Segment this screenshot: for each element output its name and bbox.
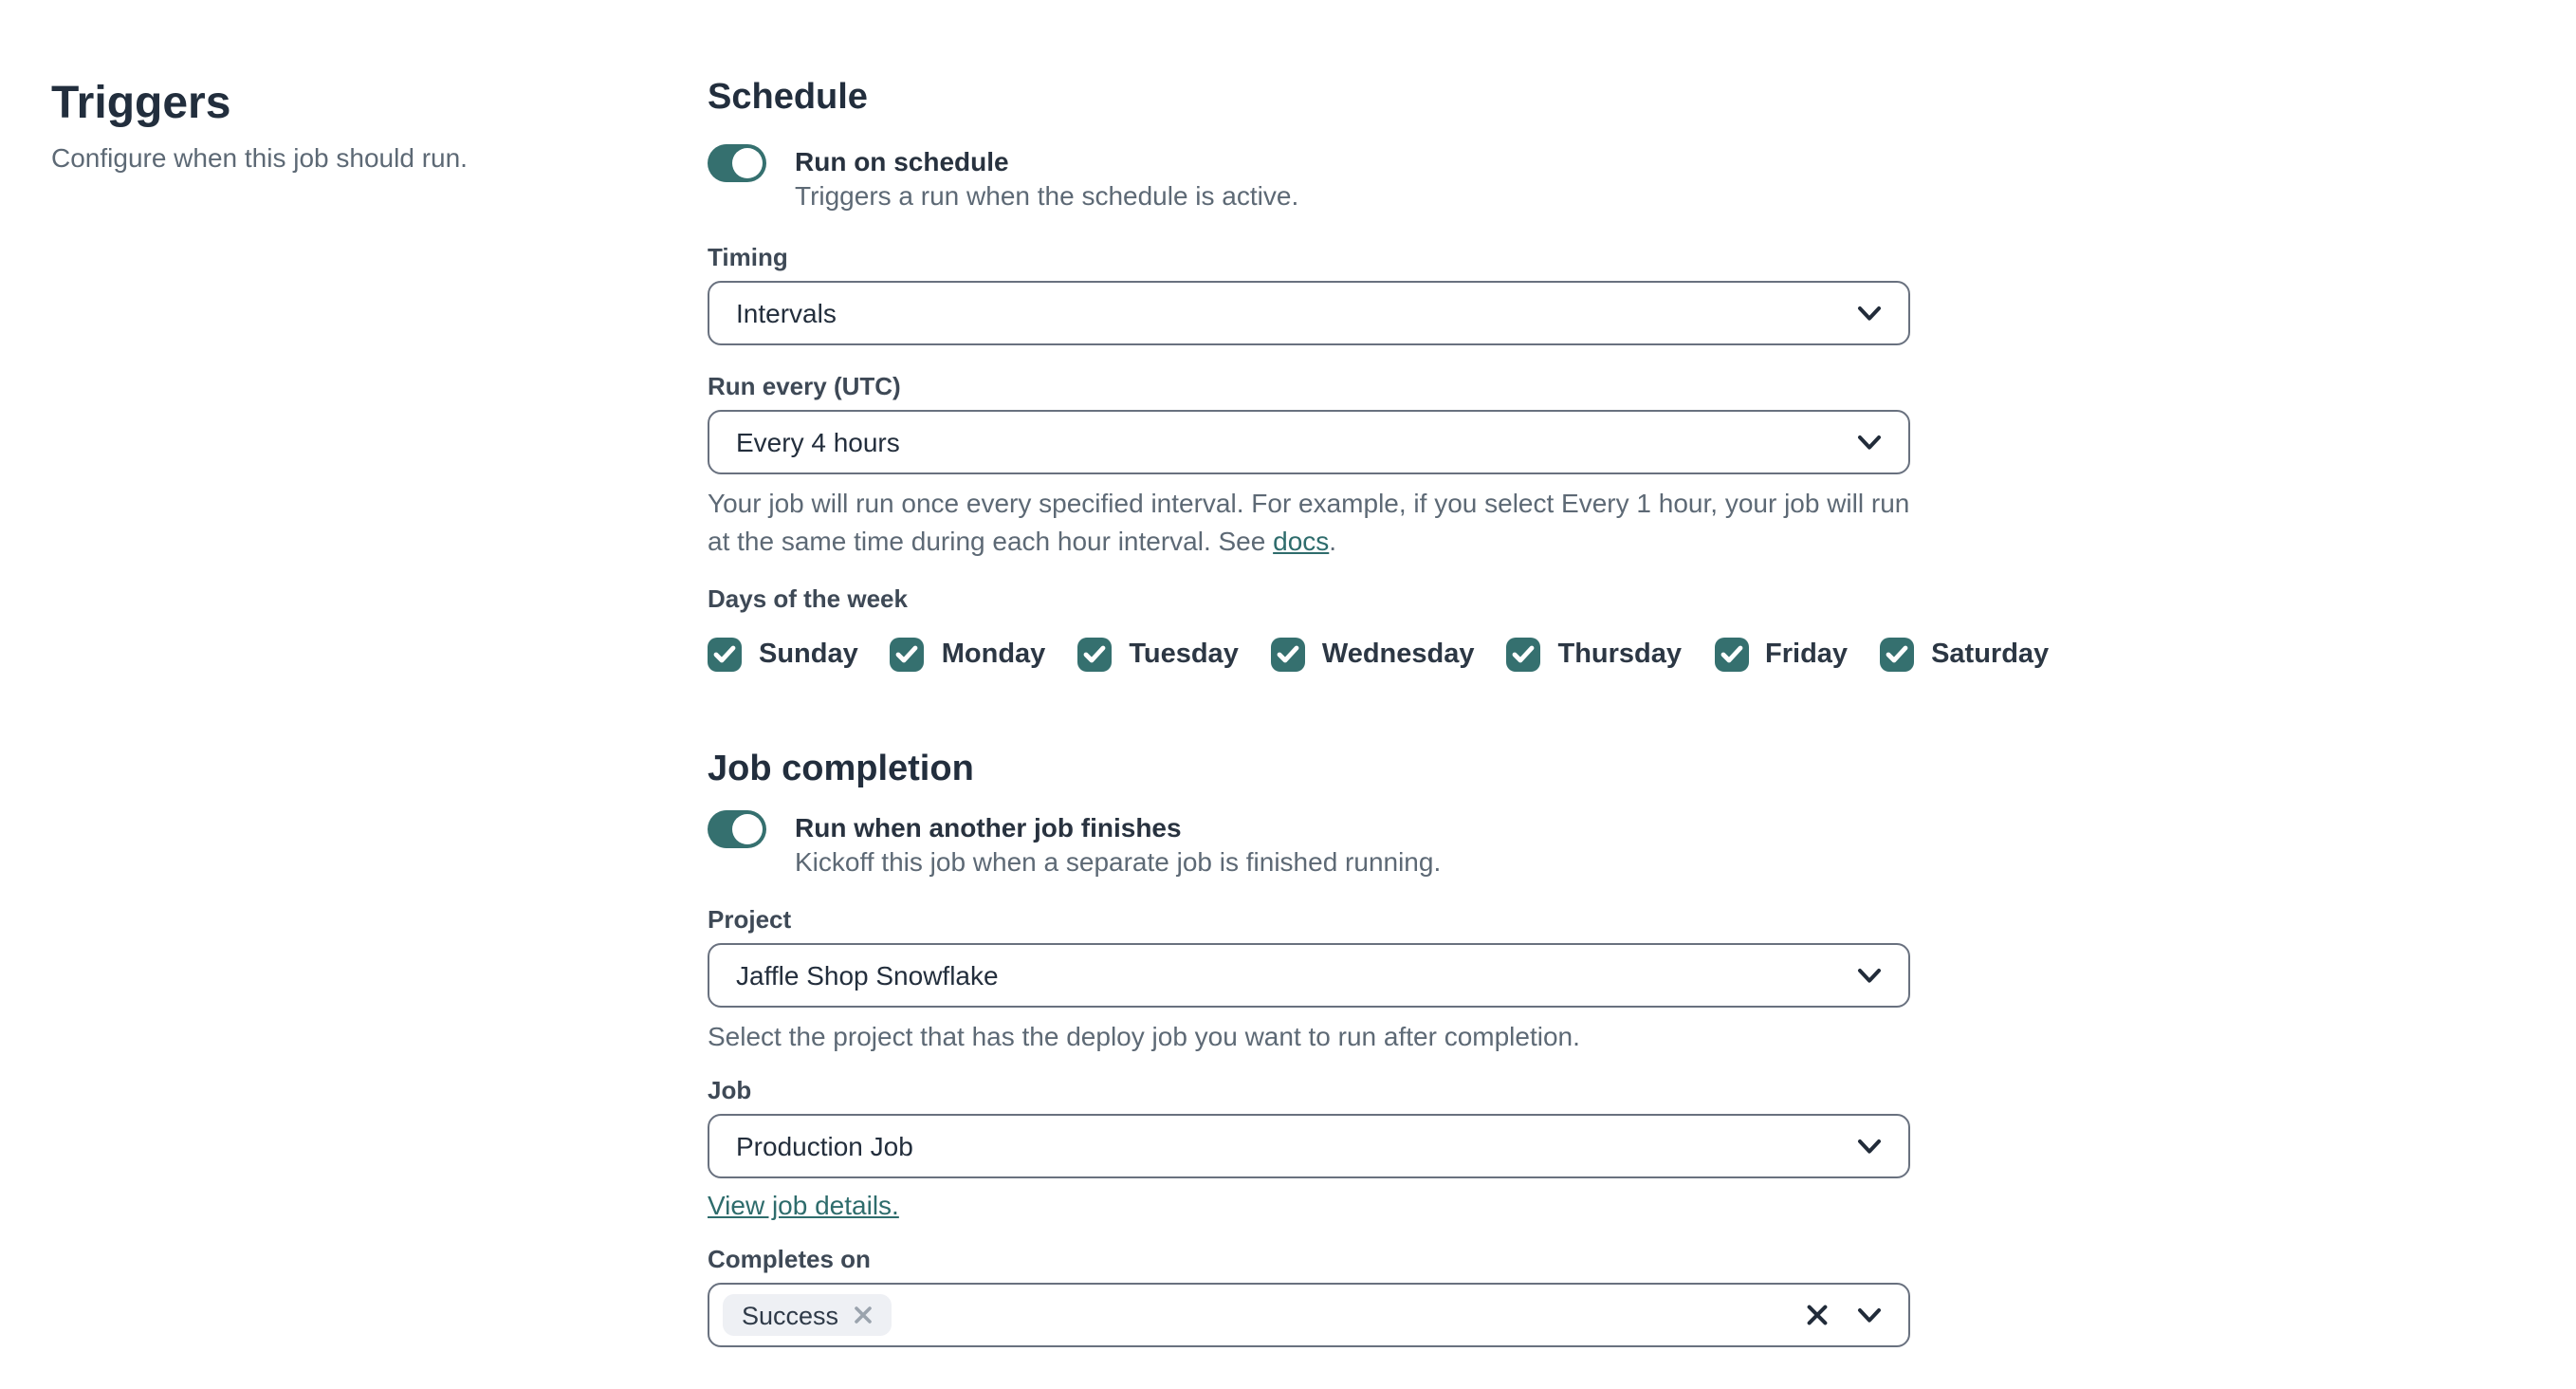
day-label: Sunday <box>759 639 858 670</box>
checkbox-checked-icon <box>1714 638 1749 672</box>
run-when-another-job-finishes-toggle[interactable] <box>708 810 766 848</box>
form-column: Schedule Run on schedule Triggers a run … <box>708 76 2049 1347</box>
day-checkbox-sunday[interactable]: Sunday <box>708 638 858 672</box>
run-when-another-job-finishes-description: Kickoff this job when a separate job is … <box>795 846 1442 877</box>
run-every-help-text: Your job will run once every specified i… <box>708 486 1910 560</box>
schedule-section-heading: Schedule <box>708 78 868 118</box>
chevron-down-icon <box>1857 434 1882 451</box>
day-checkbox-thursday[interactable]: Thursday <box>1506 638 1683 672</box>
days-of-week-label: Days of the week <box>708 584 908 613</box>
checkbox-checked-icon <box>1077 638 1113 672</box>
project-label: Project <box>708 905 792 934</box>
run-on-schedule-texts: Run on schedule Triggers a run when the … <box>795 144 1298 214</box>
completes-on-chip-success: Success <box>723 1294 892 1336</box>
checkbox-checked-icon <box>1270 638 1305 672</box>
run-every-select-value: Every 4 hours <box>736 427 900 457</box>
day-checkbox-wednesday[interactable]: Wednesday <box>1270 638 1475 672</box>
clear-all-icon[interactable] <box>1806 1304 1829 1326</box>
left-panel: Triggers Configure when this job should … <box>51 76 620 176</box>
run-when-another-job-finishes-label: Run when another job finishes <box>795 812 1182 843</box>
run-when-another-job-finishes-texts: Run when another job finishes Kickoff th… <box>795 810 1441 880</box>
day-label: Wednesday <box>1321 639 1475 670</box>
run-on-schedule-toggle[interactable] <box>708 144 766 182</box>
toggle-knob <box>732 814 763 844</box>
page-subtitle: Configure when this job should run. <box>51 142 468 173</box>
job-label: Job <box>708 1076 752 1104</box>
project-select[interactable]: Jaffle Shop Snowflake <box>708 943 1910 1008</box>
project-select-value: Jaffle Shop Snowflake <box>736 960 999 991</box>
view-job-details-link[interactable]: View job details. <box>708 1190 899 1220</box>
run-every-label: Run every (UTC) <box>708 372 901 400</box>
chevron-down-icon <box>1857 1306 1882 1324</box>
job-completion-section-heading: Job completion <box>708 750 974 789</box>
day-label: Thursday <box>1557 639 1683 670</box>
timing-label: Timing <box>708 243 788 271</box>
view-job-details-row: View job details. <box>708 1188 1910 1224</box>
chip-label: Success <box>742 1301 839 1329</box>
chevron-down-icon <box>1857 305 1882 322</box>
docs-link[interactable]: docs <box>1273 525 1329 555</box>
run-on-schedule-description: Triggers a run when the schedule is acti… <box>795 180 1299 211</box>
day-checkbox-saturday[interactable]: Saturday <box>1880 638 2049 672</box>
day-label: Friday <box>1765 639 1849 670</box>
day-label: Monday <box>941 639 1046 670</box>
checkbox-checked-icon <box>1506 638 1541 672</box>
checkbox-checked-icon <box>1880 638 1915 672</box>
chip-remove-icon[interactable] <box>854 1306 873 1324</box>
timing-select-value: Intervals <box>736 298 837 328</box>
run-every-select[interactable]: Every 4 hours <box>708 410 1910 474</box>
checkbox-checked-icon <box>708 638 742 672</box>
chevron-down-icon <box>1857 967 1882 984</box>
checkbox-checked-icon <box>890 638 925 672</box>
multiselect-icons <box>1806 1304 1882 1326</box>
triggers-settings-page: Triggers Configure when this job should … <box>0 0 2576 1389</box>
run-on-schedule-label: Run on schedule <box>795 146 1009 176</box>
help-text-suffix: . <box>1329 525 1337 555</box>
day-checkbox-friday[interactable]: Friday <box>1714 638 1848 672</box>
job-select[interactable]: Production Job <box>708 1114 1910 1178</box>
chevron-down-icon <box>1857 1138 1882 1155</box>
completes-on-label: Completes on <box>708 1245 871 1273</box>
day-label: Tuesday <box>1129 639 1239 670</box>
day-checkbox-monday[interactable]: Monday <box>890 638 1046 672</box>
run-when-another-job-finishes-row: Run when another job finishes Kickoff th… <box>708 810 1910 880</box>
completes-on-multiselect[interactable]: Success <box>708 1283 1910 1347</box>
days-of-week-row: Sunday Monday Tuesday Wednesday Thursday… <box>708 638 2049 672</box>
day-label: Saturday <box>1931 639 2050 670</box>
project-help-text: Select the project that has the deploy j… <box>708 1021 1580 1051</box>
timing-select[interactable]: Intervals <box>708 281 1910 345</box>
toggle-knob <box>732 148 763 178</box>
run-on-schedule-row: Run on schedule Triggers a run when the … <box>708 144 1910 214</box>
page-title: Triggers <box>51 78 231 129</box>
job-select-value: Production Job <box>736 1131 913 1161</box>
day-checkbox-tuesday[interactable]: Tuesday <box>1077 638 1239 672</box>
